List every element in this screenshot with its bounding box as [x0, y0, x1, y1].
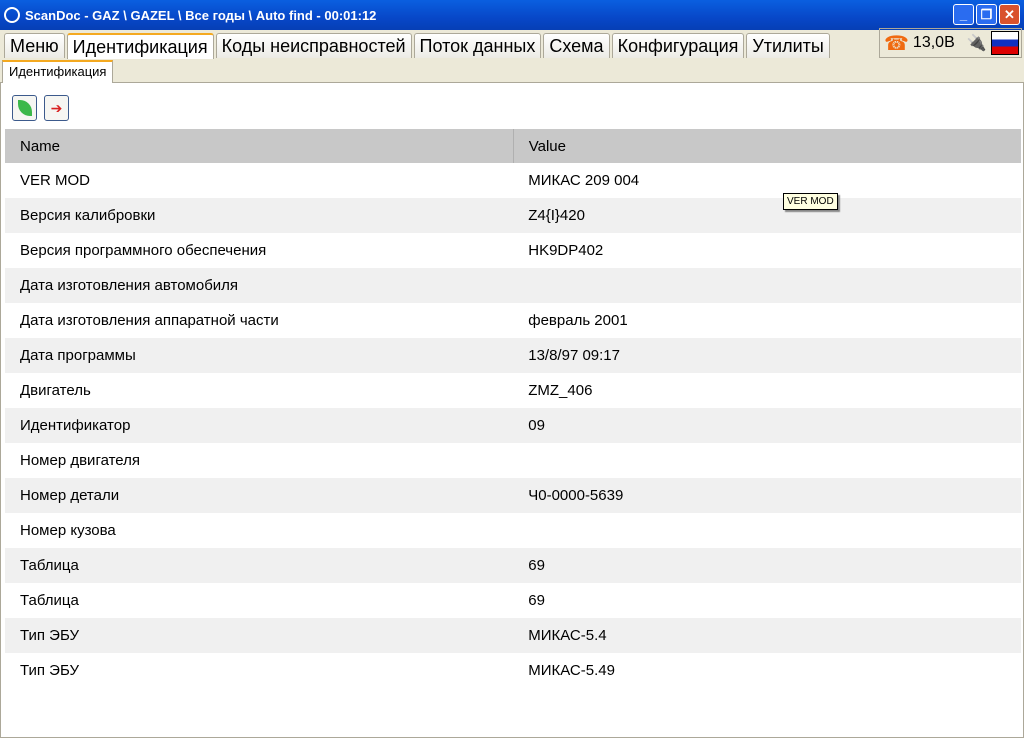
tab-4[interactable]: Схема	[543, 33, 610, 58]
table-row[interactable]: Номер детали Ч0-0000-5639	[5, 478, 1021, 513]
window-title: ScanDoc - GAZ \ GAZEL \ Все годы \ Auto …	[25, 7, 377, 23]
export-arrow-icon: ➔	[50, 99, 63, 116]
value-cell	[513, 443, 1021, 478]
table-row[interactable]: Версия программного обеспечения HK9DP402	[5, 233, 1021, 268]
tab-5[interactable]: Конфигурация	[611, 33, 745, 58]
name-cell: Номер кузова	[20, 522, 116, 539]
export-button[interactable]: ➔	[44, 95, 69, 121]
table-row[interactable]: Версия калибровки Z4{I}420	[5, 198, 1021, 233]
name-cell: Тип ЭБУ	[5, 618, 514, 653]
refresh-button[interactable]	[12, 95, 37, 121]
table-row[interactable]: VER MOD МИКАС 209 004	[5, 163, 1021, 198]
table-row[interactable]: Номер кузова	[5, 513, 1021, 548]
name-cell: Двигатель	[20, 382, 91, 399]
name-cell: Версия калибровки	[5, 198, 514, 233]
table-row[interactable]: Таблица 69	[5, 548, 1021, 583]
subtab-identification[interactable]: Идентификация	[2, 60, 114, 83]
identification-table: Name Value VER MOD МИКАС 209 004 Версия ка…	[5, 129, 1021, 688]
name-cell: Дата изготовления аппаратной части	[20, 312, 279, 329]
name-cell: Дата программы	[5, 338, 514, 373]
table-row[interactable]: Дата изготовления автомобиля	[5, 268, 1021, 303]
main-tabs: Меню Идентификация Коды неисправностей Пото…	[4, 33, 830, 59]
tooltip: VER MOD	[783, 193, 838, 210]
table-row[interactable]: Дата программы 13/8/97 09:17	[5, 338, 1021, 373]
value-cell: МИКАС-5.4	[513, 618, 1021, 653]
status-panel: ☎ 13,0В 🔌	[879, 28, 1022, 58]
tab-3[interactable]: Поток данных	[413, 33, 542, 58]
table-row[interactable]: Номер двигателя	[5, 443, 1021, 478]
value-cell: Z4{I}420	[513, 198, 1021, 233]
tab-1[interactable]: Идентификация	[66, 33, 214, 59]
value-cell: 69	[528, 592, 545, 609]
column-header-value[interactable]: Value	[512, 129, 1021, 163]
tab-0[interactable]: Меню	[4, 33, 65, 58]
tab-6[interactable]: Утилиты	[746, 33, 830, 58]
leaf-icon	[17, 100, 32, 116]
voltage-readout: 13,0В	[912, 34, 955, 51]
name-cell: Номер детали	[5, 478, 514, 513]
table-row[interactable]: Тип ЭБУ МИКАС-5.49	[5, 653, 1021, 688]
table-row[interactable]: Двигатель ZMZ_406	[5, 373, 1021, 408]
value-cell: ZMZ_406	[528, 382, 593, 399]
name-cell: VER MOD	[20, 172, 91, 189]
table-row[interactable]: Дата изготовления аппаратной части феврал…	[5, 303, 1021, 338]
title-bar: ScanDoc - GAZ \ GAZEL \ Все годы \ Auto …	[0, 0, 1024, 30]
value-cell: 13/8/97 09:17	[513, 338, 1021, 373]
name-cell: Дата изготовления автомобиля	[5, 268, 514, 303]
phone-icon: ☎	[884, 32, 909, 55]
steering-wheel-icon	[4, 7, 20, 23]
minimize-button[interactable]: _	[953, 4, 974, 25]
value-cell: Ч0-0000-5639	[513, 478, 1021, 513]
value-cell: HK9DP402	[528, 242, 604, 259]
table-row[interactable]: Тип ЭБУ МИКАС-5.4	[5, 618, 1021, 653]
close-button[interactable]: ✕	[999, 4, 1020, 25]
table-row[interactable]: Идентификатор 09	[5, 408, 1021, 443]
value-cell: МИКАС-5.49	[528, 662, 615, 679]
language-flag-icon[interactable]	[990, 31, 1019, 55]
value-cell	[513, 513, 1021, 548]
name-cell: Номер двигателя	[20, 452, 141, 469]
value-cell: МИКАС 209 004	[528, 172, 640, 189]
value-cell: февраль 2001	[528, 312, 628, 329]
name-cell: Таблица	[5, 548, 514, 583]
maximize-button[interactable]: ❐	[976, 4, 997, 25]
name-cell: Тип ЭБУ	[20, 662, 79, 679]
value-cell: 69	[513, 548, 1021, 583]
table-row[interactable]: Таблица 69	[5, 583, 1021, 618]
name-cell: Таблица	[20, 592, 79, 609]
plug-icon: 🔌	[966, 35, 987, 52]
value-cell: 09	[513, 408, 1021, 443]
column-header-name[interactable]: Name	[5, 129, 514, 163]
name-cell: Идентификатор	[5, 408, 514, 443]
value-cell	[513, 268, 1021, 303]
name-cell: Версия программного обеспечения	[20, 242, 267, 259]
tab-2[interactable]: Коды неисправностей	[215, 33, 412, 58]
content-panel: ➔ Name Value VER MOD МИКАС 209 004 Версия …	[0, 82, 1024, 738]
